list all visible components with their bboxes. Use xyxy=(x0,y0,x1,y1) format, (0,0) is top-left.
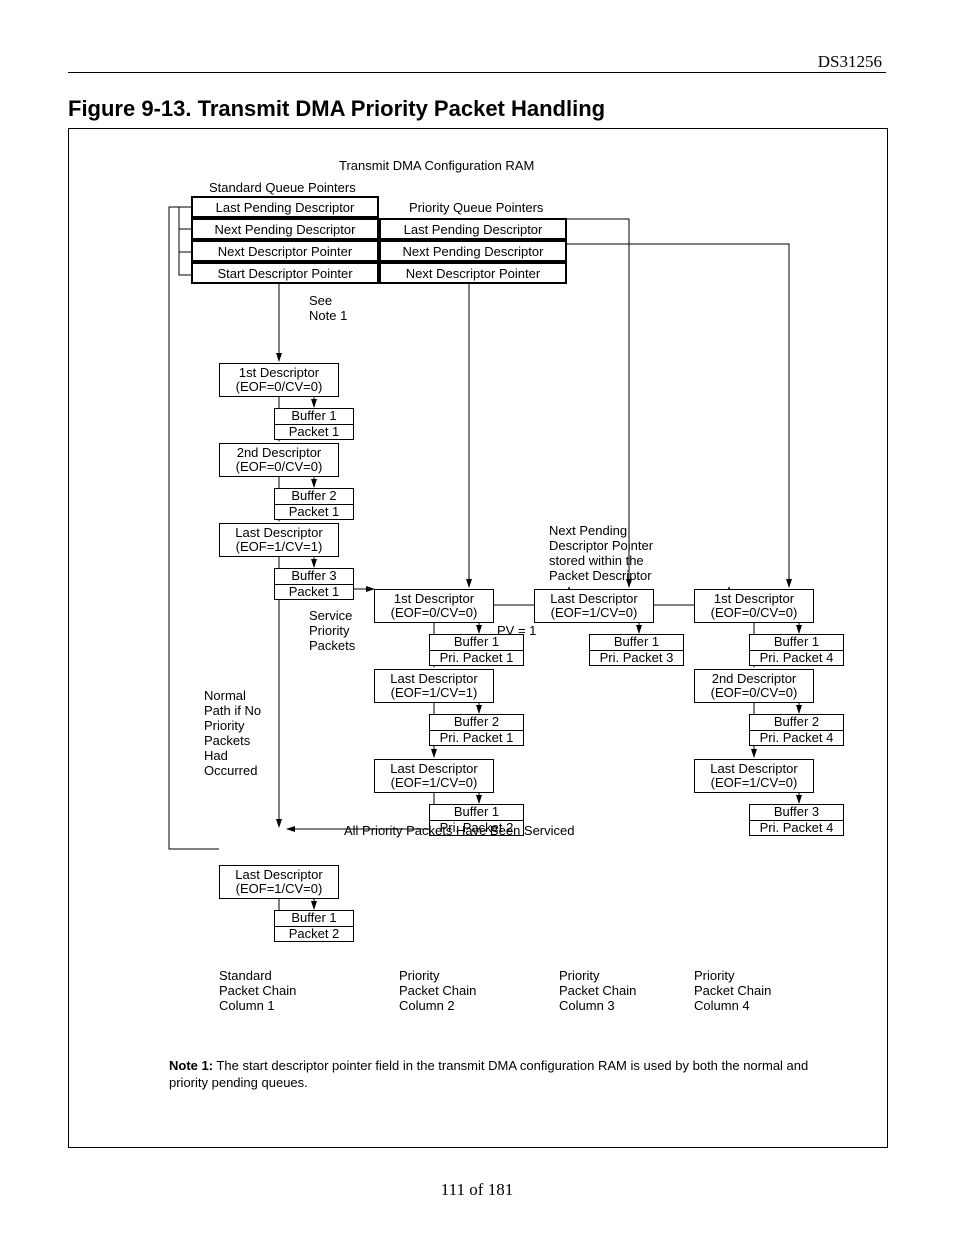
c4-buf3-a: Buffer 3 xyxy=(750,805,843,821)
c4-buf1-a: Buffer 1 xyxy=(750,635,843,651)
c1-buf2: Buffer 2 Packet 1 xyxy=(274,488,354,520)
c3-buf1-a: Buffer 1 xyxy=(590,635,683,651)
std-row-last-pending: Last Pending Descriptor Pointer xyxy=(191,196,379,218)
c1-buf1: Buffer 1 Packet 1 xyxy=(274,408,354,440)
pri-row-next-desc: Next Descriptor Pointer xyxy=(379,262,567,284)
c4-buf2: Buffer 2 Pri. Packet 4 xyxy=(749,714,844,746)
c2-buf2-a: Buffer 2 xyxy=(430,715,523,731)
c1-buf4-b: Packet 2 xyxy=(275,927,353,942)
note-text: The start descriptor pointer field in th… xyxy=(169,1058,808,1090)
c2-buf2: Buffer 2 Pri. Packet 1 xyxy=(429,714,524,746)
note-1: Note 1: The start descriptor pointer fie… xyxy=(169,1058,827,1092)
c4-buf2-a: Buffer 2 xyxy=(750,715,843,731)
col4-label: Priority Packet Chain Column 4 xyxy=(694,969,771,1014)
c4-buf1-b: Pri. Packet 4 xyxy=(750,651,843,666)
top-label: Transmit DMA Configuration RAM xyxy=(339,159,534,174)
pri-queue-header: Priority Queue Pointers xyxy=(409,201,543,216)
pri-row-last-pending: Last Pending Descriptor Pointer xyxy=(379,218,567,240)
std-queue-header: Standard Queue Pointers xyxy=(209,181,356,196)
c4-desc1: 1st Descriptor (EOF=0/CV=0) xyxy=(694,589,814,623)
pri-row-next-pending: Next Pending Descriptor Pointer xyxy=(379,240,567,262)
figure-frame: Transmit DMA Configuration RAM Standard … xyxy=(68,128,888,1148)
c4-buf2-b: Pri. Packet 4 xyxy=(750,731,843,746)
c2-buf3-a: Buffer 1 xyxy=(430,805,523,821)
c1-buf1-a: Buffer 1 xyxy=(275,409,353,425)
figure-title: Figure 9-13. Transmit DMA Priority Packe… xyxy=(68,96,605,122)
c4-desc3: Last Descriptor (EOF=1/CV=0) xyxy=(694,759,814,793)
c4-buf3: Buffer 3 Pri. Packet 4 xyxy=(749,804,844,836)
c2-desc2: Last Descriptor (EOF=1/CV=1) xyxy=(374,669,494,703)
note-bold: Note 1: xyxy=(169,1058,213,1073)
pv1-label: PV = 1 xyxy=(497,624,536,639)
normal-path-label: Normal Path if No Priority Packets Had O… xyxy=(204,689,261,779)
c1-desc2: 2nd Descriptor (EOF=0/CV=0) xyxy=(219,443,339,477)
std-row-next-pending: Next Pending Descriptor Pointer xyxy=(191,218,379,240)
c1-buf4-a: Buffer 1 xyxy=(275,911,353,927)
c2-buf2-b: Pri. Packet 1 xyxy=(430,731,523,746)
c4-buf3-b: Pri. Packet 4 xyxy=(750,821,843,836)
c1-buf3-a: Buffer 3 xyxy=(275,569,353,585)
c1-desc1: 1st Descriptor (EOF=0/CV=0) xyxy=(219,363,339,397)
col2-label: Priority Packet Chain Column 2 xyxy=(399,969,476,1014)
c2-desc3: Last Descriptor (EOF=1/CV=0) xyxy=(374,759,494,793)
c1-desc3: Last Descriptor (EOF=1/CV=1) xyxy=(219,523,339,557)
doc-id: DS31256 xyxy=(818,52,882,72)
c1-buf4: Buffer 1 Packet 2 xyxy=(274,910,354,942)
col3-label: Priority Packet Chain Column 3 xyxy=(559,969,636,1014)
c1-buf3: Buffer 3 Packet 1 xyxy=(274,568,354,600)
c3-desc1: Last Descriptor (EOF=1/CV=0) xyxy=(534,589,654,623)
c1-buf1-b: Packet 1 xyxy=(275,425,353,440)
c4-desc2: 2nd Descriptor (EOF=0/CV=0) xyxy=(694,669,814,703)
std-row-start-desc: Start Descriptor Pointer xyxy=(191,262,379,284)
all-serviced-label: All Priority Packets Have Been Serviced xyxy=(344,824,574,839)
page-footer: 111 of 181 xyxy=(0,1180,954,1200)
next-pending-note: Next Pending Descriptor Pointer stored w… xyxy=(549,524,653,584)
diagram: Transmit DMA Configuration RAM Standard … xyxy=(69,129,887,1147)
c4-buf1: Buffer 1 Pri. Packet 4 xyxy=(749,634,844,666)
c2-buf1-b: Pri. Packet 1 xyxy=(430,651,523,666)
c1-desc4: Last Descriptor (EOF=1/CV=0) xyxy=(219,865,339,899)
c1-buf2-a: Buffer 2 xyxy=(275,489,353,505)
header-rule xyxy=(68,72,886,73)
see-note-label: See Note 1 xyxy=(309,294,347,324)
c1-buf2-b: Packet 1 xyxy=(275,505,353,520)
c2-desc1: 1st Descriptor (EOF=0/CV=0) xyxy=(374,589,494,623)
c3-buf1: Buffer 1 Pri. Packet 3 xyxy=(589,634,684,666)
svc-priority-label: Service Priority Packets xyxy=(309,609,355,654)
std-row-next-desc: Next Descriptor Pointer xyxy=(191,240,379,262)
col1-label: Standard Packet Chain Column 1 xyxy=(219,969,296,1014)
c3-buf1-b: Pri. Packet 3 xyxy=(590,651,683,666)
c1-buf3-b: Packet 1 xyxy=(275,585,353,600)
